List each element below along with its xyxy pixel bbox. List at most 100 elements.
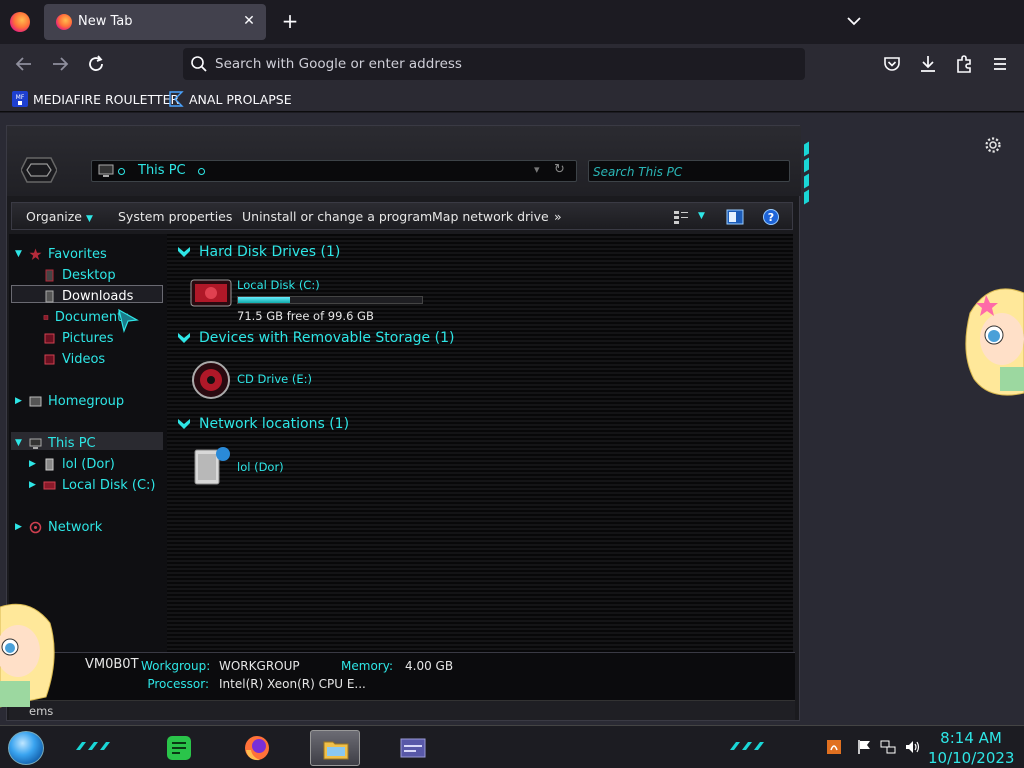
group-chevron-icon	[178, 419, 190, 429]
nav-local-disk[interactable]: ▶ Local Disk (C:)	[29, 476, 155, 494]
back-hex-icon[interactable]	[21, 156, 57, 184]
app-menu-button[interactable]	[988, 52, 1012, 76]
preview-pane-icon[interactable]	[726, 208, 744, 226]
tab-title: New Tab	[78, 14, 133, 29]
collapse-arrow-icon: ▶	[29, 480, 36, 490]
breadcrumb-separator-icon[interactable]	[198, 168, 205, 175]
url-bar[interactable]	[183, 48, 805, 80]
item-name: Local Disk (C:)	[237, 278, 320, 292]
help-icon[interactable]: ?	[762, 208, 780, 226]
processor-value: Intel(R) Xeon(R) CPU E...	[219, 677, 366, 691]
browser-nav-bar	[0, 44, 1024, 84]
drive-local-disk-c[interactable]: Local Disk (C:) 71.5 GB free of 99.6 GB	[189, 272, 429, 324]
item-free-space: 71.5 GB free of 99.6 GB	[237, 309, 374, 323]
pocket-icon	[884, 57, 900, 71]
address-dropdown-icon[interactable]: ▾	[534, 163, 540, 176]
volume-icon[interactable]	[904, 739, 920, 755]
nav-favorites[interactable]: ▼ Favorites	[15, 245, 107, 263]
url-input[interactable]	[215, 52, 775, 76]
taskbar-app-notes[interactable]	[154, 730, 204, 766]
taskbar-app-firefox[interactable]	[232, 730, 282, 766]
flag-icon[interactable]	[856, 739, 872, 755]
nav-label: Favorites	[48, 246, 107, 262]
nav-label: Desktop	[62, 267, 116, 283]
details-pane: VM0B0T Workgroup: WORKGROUP Memory: 4.00…	[9, 652, 795, 700]
content-pane: Hard Disk Drives (1) Local Disk (C:) 71.…	[167, 234, 793, 652]
extensions-button[interactable]	[952, 52, 976, 76]
back-button[interactable]	[12, 52, 36, 76]
firefox-menu-icon[interactable]	[10, 12, 30, 32]
refresh-icon[interactable]: ↻	[554, 162, 565, 177]
clock-time: 8:14 AM	[940, 729, 1002, 747]
more-commands-button[interactable]: »	[554, 209, 562, 224]
hamburger-icon	[994, 58, 1006, 70]
map-network-drive-button[interactable]: Map network drive	[432, 209, 549, 224]
search-icon	[191, 56, 207, 72]
group-hard-disk-drives[interactable]: Hard Disk Drives (1)	[177, 244, 340, 260]
new-tab-button[interactable]: +	[280, 10, 300, 32]
group-network-locations[interactable]: Network locations (1)	[177, 416, 349, 432]
change-view-icon[interactable]	[672, 208, 690, 226]
network-tray-icon[interactable]	[880, 739, 896, 755]
collapse-arrow-icon: ▶	[15, 396, 22, 406]
desktop-folder-icon	[45, 269, 54, 281]
uninstall-program-button[interactable]: Uninstall or change a program	[242, 209, 432, 224]
forward-button[interactable]	[48, 52, 72, 76]
nav-lol-dor[interactable]: ▶ lol (Dor)	[29, 455, 115, 473]
network-location-lol-dor[interactable]: lol (Dor)	[189, 444, 389, 492]
address-bar[interactable]: This PC ▾ ↻	[91, 160, 577, 182]
nav-this-pc[interactable]: ▼ This PC	[15, 434, 96, 452]
gear-icon[interactable]	[983, 135, 1003, 155]
chevron-down-icon	[847, 17, 861, 26]
computer-name: VM0B0T	[85, 657, 139, 672]
search-input[interactable]	[593, 163, 787, 180]
start-button[interactable]	[8, 731, 44, 765]
bookmark-sigma[interactable]: ANAL PROLAPSE	[168, 89, 292, 109]
tab-new-tab[interactable]: New Tab ✕	[44, 4, 266, 40]
bookmarks-toolbar: MF MEDIAFIRE ROULETTER ANAL PROLAPSE	[0, 84, 1024, 112]
cartoon-character-sticker	[965, 288, 1024, 396]
network-drive-icon	[45, 458, 54, 470]
computer-icon	[98, 164, 114, 177]
downloads-button[interactable]	[916, 52, 940, 76]
list-all-tabs-button[interactable]	[843, 10, 865, 32]
cd-drive-icon	[192, 361, 230, 399]
nav-downloads[interactable]: Downloads	[43, 287, 133, 305]
group-removable-storage[interactable]: Devices with Removable Storage (1)	[177, 330, 454, 346]
download-icon	[921, 56, 935, 72]
organize-button[interactable]: Organize ▼	[26, 209, 93, 224]
nav-label: Videos	[62, 351, 106, 367]
nav-homegroup[interactable]: ▶ Homegroup	[15, 392, 124, 410]
nav-desktop[interactable]: Desktop	[43, 266, 116, 284]
view-dropdown-icon[interactable]: ▼	[698, 211, 705, 221]
group-chevron-icon	[178, 247, 190, 257]
system-clock[interactable]: 8:14 AM 10/10/2023	[928, 728, 1014, 768]
close-icon[interactable]: ✕	[240, 12, 258, 30]
nav-label: Pictures	[62, 330, 114, 346]
group-title: Devices with Removable Storage (1)	[199, 330, 455, 346]
bookmark-mediafire[interactable]: MF MEDIAFIRE ROULETTER	[12, 89, 179, 109]
sigma-icon	[169, 91, 184, 107]
group-title: Hard Disk Drives (1)	[199, 244, 341, 260]
search-box[interactable]	[588, 160, 790, 182]
collapse-arrow-icon: ▶	[29, 459, 36, 469]
taskbar-app-file-explorer[interactable]	[310, 730, 360, 766]
browser-tab-bar: New Tab ✕ +	[0, 0, 1024, 44]
nav-videos[interactable]: Videos	[43, 350, 105, 368]
system-properties-button[interactable]: System properties	[118, 209, 232, 224]
memory-value: 4.00 GB	[405, 659, 454, 673]
breadcrumb-separator-icon	[118, 168, 125, 175]
reload-button[interactable]	[84, 52, 108, 76]
java-tray-icon[interactable]	[826, 739, 842, 755]
cartoon-character-sticker	[0, 603, 55, 708]
nav-label: Homegroup	[48, 393, 125, 409]
nav-network[interactable]: ▶ Network	[15, 518, 102, 536]
bookmark-label: MEDIAFIRE ROULETTER	[33, 91, 180, 107]
breadcrumb-this-pc[interactable]: This PC	[138, 163, 186, 178]
pocket-button[interactable]	[880, 52, 904, 76]
nav-pictures[interactable]: Pictures	[43, 329, 113, 347]
taskbar-app-window[interactable]	[388, 730, 438, 766]
bookmark-label: ANAL PROLAPSE	[189, 91, 292, 107]
expand-arrow-icon: ▼	[15, 249, 22, 259]
drive-cd-e[interactable]: CD Drive (E:)	[189, 358, 389, 402]
